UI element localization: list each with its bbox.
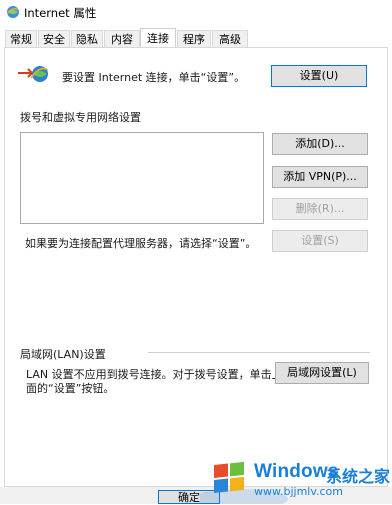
lan-heading: 局域网(LAN)设置 [20, 348, 106, 361]
windows-logo-icon [214, 461, 244, 493]
window-title: Internet 属性 [24, 6, 97, 20]
setup-instruction: 要设置 Internet 连接，单击“设置”。 [62, 71, 246, 84]
tab-strip: 常规 安全 隐私 内容 连接 程序 高级 [0, 28, 392, 48]
title-bar: Internet 属性 [0, 0, 392, 24]
tab-content[interactable]: 内容 [104, 30, 140, 47]
tab-programs[interactable]: 程序 [177, 30, 211, 47]
tab-privacy[interactable]: 隐私 [71, 30, 103, 47]
remove-button[interactable]: 删除(R)... [272, 198, 368, 220]
lan-note-line-2: 面的“设置”按钮。 [26, 382, 115, 395]
internet-connection-icon [18, 66, 48, 82]
add-button[interactable]: 添加(D)... [272, 133, 368, 155]
tab-connections[interactable]: 连接 [140, 28, 176, 48]
lan-divider [148, 352, 370, 353]
watermark-url: www.bjjmlv.com [254, 485, 343, 498]
watermark-suffix: 系统之家 [326, 467, 391, 486]
proxy-note: 如果要为连接配置代理服务器，请选择“设置”。 [25, 237, 257, 250]
setup-button[interactable]: 设置(U) [271, 65, 367, 87]
tab-security[interactable]: 安全 [38, 30, 70, 47]
internet-options-icon [6, 6, 20, 18]
dialup-settings-button[interactable]: 设置(S) [272, 230, 368, 252]
tab-general[interactable]: 常规 [5, 30, 37, 47]
connections-listbox[interactable] [20, 132, 264, 224]
dialup-vpn-heading: 拨号和虚拟专用网络设置 [20, 111, 141, 124]
add-vpn-button[interactable]: 添加 VPN(P)... [272, 166, 368, 188]
lan-settings-button[interactable]: 局域网设置(L) [275, 362, 369, 384]
tab-advanced[interactable]: 高级 [212, 30, 248, 47]
